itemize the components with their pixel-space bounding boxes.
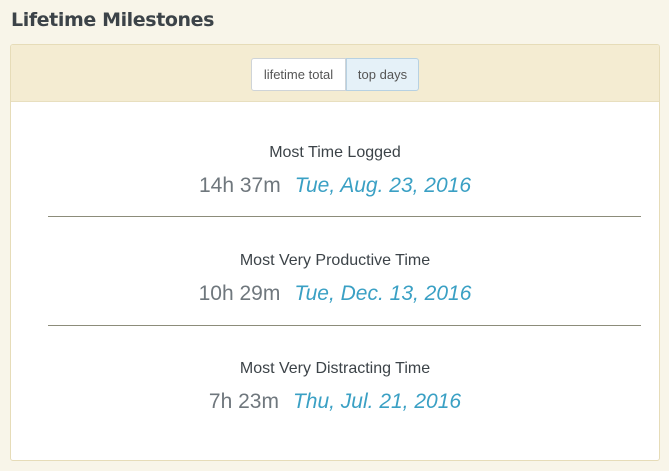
- top-days-button[interactable]: top days: [346, 58, 419, 91]
- milestone-duration: 10h 29m: [198, 282, 281, 305]
- page-title: Lifetime Milestones: [11, 9, 215, 31]
- view-toggle-group: lifetime total top days: [251, 58, 419, 91]
- panel-header: lifetime total top days: [11, 45, 659, 102]
- milestone-title: Most Very Productive Time: [239, 252, 431, 269]
- milestone-date-link[interactable]: Thu, Jul. 21, 2016: [293, 390, 461, 413]
- milestone-value-row: 7h 23m Thu, Jul. 21, 2016: [11, 390, 659, 414]
- milestone-title: Most Time Logged: [269, 144, 401, 161]
- divider: [48, 216, 641, 217]
- milestone-value-row: 14h 37m Tue, Aug. 23, 2016: [11, 174, 659, 198]
- lifetime-total-button[interactable]: lifetime total: [251, 58, 346, 91]
- divider: [48, 325, 641, 326]
- milestone-date-link[interactable]: Tue, Dec. 13, 2016: [294, 282, 471, 305]
- milestones-panel: lifetime total top days Most Time Logged…: [10, 44, 660, 461]
- milestone-duration: 7h 23m: [208, 390, 279, 413]
- milestone-title: Most Very Distracting Time: [239, 360, 431, 377]
- milestone-date-link[interactable]: Tue, Aug. 23, 2016: [295, 174, 471, 197]
- milestone-duration: 14h 37m: [198, 174, 281, 197]
- milestone-value-row: 10h 29m Tue, Dec. 13, 2016: [11, 282, 659, 306]
